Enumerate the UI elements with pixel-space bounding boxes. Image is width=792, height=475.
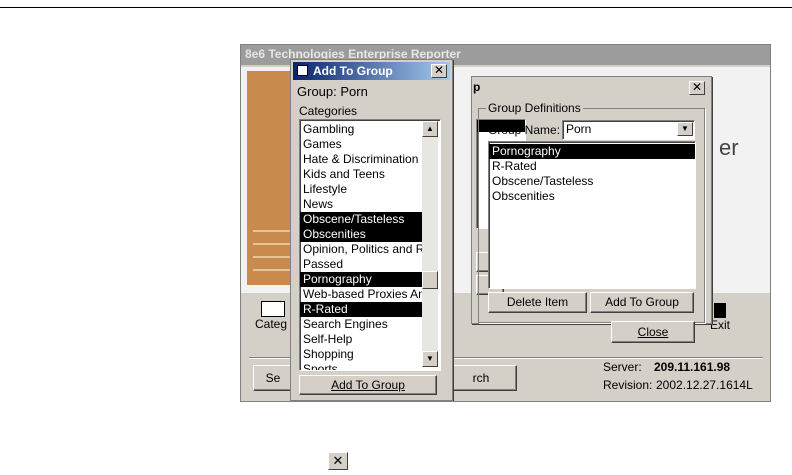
- close-button[interactable]: Close: [611, 321, 695, 343]
- list-item[interactable]: Hate & Discrimination: [300, 152, 422, 167]
- list-item[interactable]: Shopping: [300, 347, 422, 362]
- add-dialog-group-label: Group: Porn: [297, 84, 368, 99]
- scroll-up-icon[interactable]: ▲: [422, 121, 438, 137]
- list-item[interactable]: Passed: [300, 257, 422, 272]
- folder-icon: [261, 301, 285, 317]
- revision-label: Revision:: [603, 378, 653, 392]
- exit-tool[interactable]: Exit: [710, 303, 730, 332]
- close-button-label: Close: [637, 325, 669, 339]
- app-window: 8e6 Technologies Enterprise Reporter er …: [240, 44, 771, 402]
- list-item[interactable]: Kids and Teens: [300, 167, 422, 182]
- delete-item-button[interactable]: Delete Item: [488, 292, 587, 313]
- delete-item-label: Delete Item: [506, 295, 569, 309]
- list-item[interactable]: R-Rated: [489, 159, 695, 174]
- add-to-group-button[interactable]: Add To Group: [590, 292, 694, 313]
- list-item[interactable]: Self-Help: [300, 332, 422, 347]
- list-item[interactable]: Web-based Proxies An: [300, 287, 422, 302]
- page-top-rule: [0, 7, 792, 8]
- add-to-group-label: Add To Group: [605, 295, 679, 309]
- list-item[interactable]: Search Engines: [300, 317, 422, 332]
- scroll-thumb[interactable]: [422, 271, 438, 289]
- group-dialog-title: p: [473, 80, 481, 94]
- scroll-down-glyph: ▼: [426, 354, 434, 363]
- list-item[interactable]: Pornography: [300, 272, 422, 287]
- bottom-left-button[interactable]: Se: [253, 365, 293, 391]
- group-name-combo[interactable]: Porn ▼: [562, 120, 695, 140]
- group-dialog-close-icon[interactable]: ✕: [689, 81, 705, 95]
- combo-arrow-glyph: ▼: [681, 124, 689, 133]
- window-icon: [297, 65, 308, 76]
- close-glyph: ✕: [691, 80, 703, 94]
- group-name-label: Group Name:: [488, 123, 561, 137]
- server-label: Server:: [603, 360, 642, 374]
- add-dialog-add-button-label: Add To Group: [331, 378, 405, 392]
- list-item[interactable]: R-Rated: [300, 302, 422, 317]
- categories-list[interactable]: Gambling Games Hate & Discrimination Kid…: [299, 119, 441, 371]
- list-item[interactable]: Obscenities: [300, 227, 422, 242]
- brand-text: er: [719, 135, 739, 160]
- categories-scrollbar[interactable]: ▲ ▼: [422, 121, 438, 367]
- close-icon[interactable]: ✕: [328, 452, 348, 470]
- search-button-label: rch: [472, 371, 490, 385]
- search-button[interactable]: rch: [445, 365, 517, 391]
- list-item[interactable]: Pornography: [489, 144, 695, 159]
- list-item[interactable]: Obscenities: [489, 189, 695, 204]
- revision-value: 2002.12.27.1614L: [656, 378, 753, 392]
- group-dialog: p ✕ Group Definitions Group Name: Porn ▼…: [471, 76, 712, 324]
- list-item[interactable]: Gambling: [300, 122, 422, 137]
- list-item[interactable]: Obscene/Tasteless: [489, 174, 695, 189]
- list-item[interactable]: Lifestyle: [300, 182, 422, 197]
- list-item[interactable]: Games: [300, 137, 422, 152]
- add-dialog-titlebar: Add To Group ✕: [293, 62, 450, 80]
- list-item[interactable]: Obscene/Tasteless: [300, 212, 422, 227]
- chevron-down-icon[interactable]: ▼: [677, 122, 693, 136]
- add-dialog-title: Add To Group: [313, 64, 393, 78]
- categories-tool-label: Categ: [255, 317, 288, 331]
- add-dialog-close-icon[interactable]: ✕: [431, 64, 447, 78]
- exit-icon: [714, 303, 726, 318]
- bottom-left-button-label: Se: [265, 371, 281, 385]
- server-value: 209.11.161.98: [654, 360, 731, 374]
- close-glyph: ✕: [332, 453, 344, 468]
- close-glyph: ✕: [433, 63, 445, 77]
- scroll-down-icon[interactable]: ▼: [422, 351, 438, 367]
- exit-tool-label: Exit: [710, 318, 731, 332]
- add-to-group-dialog: Add To Group ✕ Group: Porn Categories Ga…: [290, 59, 453, 401]
- list-item[interactable]: Sports: [300, 362, 422, 370]
- categories-label: Categories: [299, 104, 358, 118]
- list-item[interactable]: News: [300, 197, 422, 212]
- group-definitions-label: Group Definitions: [486, 101, 583, 115]
- scroll-up-glyph: ▲: [426, 124, 434, 133]
- list-item[interactable]: Opinion, Politics and Re: [300, 242, 422, 257]
- group-definitions-list[interactable]: Pornography R-Rated Obscene/Tasteless Ob…: [488, 141, 696, 289]
- add-dialog-add-button[interactable]: Add To Group: [299, 375, 437, 395]
- group-dialog-titlebar: p ✕: [473, 79, 709, 97]
- group-name-value: Porn: [566, 122, 592, 136]
- categories-tool[interactable]: Categ: [255, 301, 287, 331]
